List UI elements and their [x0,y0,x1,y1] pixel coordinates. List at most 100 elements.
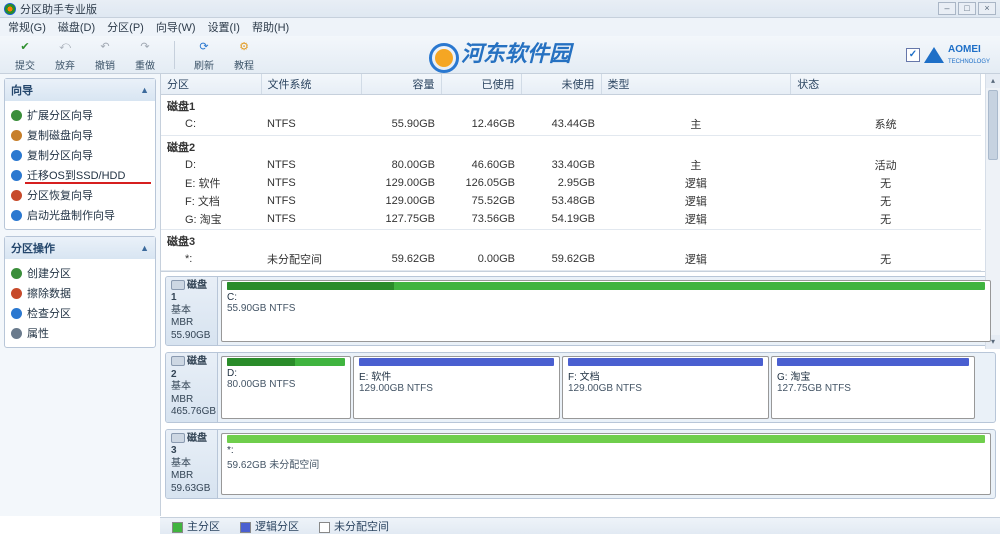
disk-group-header: 磁盘1 [161,95,981,116]
discard-button[interactable]: ⤺放弃 [50,38,80,72]
partition-block[interactable]: *:59.62GB 未分配空间 [221,433,991,496]
minimize-button[interactable]: – [938,2,956,15]
sidebar-item[interactable]: 迁移OS到SSD/HDD [9,165,151,185]
disk-group-header: 磁盘2 [161,135,981,156]
menu-partition[interactable]: 分区(P) [107,19,144,35]
tutorial-button[interactable]: ⚙教程 [229,38,259,72]
usage-bar [568,358,763,366]
sidebar-item-label: 扩展分区向导 [27,107,93,123]
refresh-icon: ⟳ [195,38,213,56]
aomei-triangle-icon [924,47,944,63]
disk-info[interactable]: 磁盘3基本 MBR59.63GB [166,430,218,499]
ops-panel: 分区操作▲ 创建分区擦除数据检查分区属性 [4,236,156,348]
sidebar-item-label: 分区恢复向导 [27,187,93,203]
disk-info[interactable]: 磁盘2基本 MBR465.76GB [166,353,218,422]
column-header[interactable]: 分区 [161,74,261,95]
column-header[interactable]: 容量 [361,74,441,95]
partition-block[interactable]: D:80.00GB NTFS [221,356,351,419]
main-content: 分区文件系统容量已使用未使用类型状态 磁盘1C:NTFS55.90GB12.46… [160,74,1000,516]
usage-bar [227,435,985,443]
sidebar-item[interactable]: 属性 [9,323,151,343]
partition-table: 分区文件系统容量已使用未使用类型状态 磁盘1C:NTFS55.90GB12.46… [161,74,1000,272]
check-icon: ✔ [16,38,34,56]
menu-help[interactable]: 帮助(H) [252,19,289,35]
partition-row[interactable]: *:未分配空间59.62GB0.00GB59.62GB逻辑无 [161,250,981,268]
disk-map-row: 磁盘2基本 MBR465.76GBD:80.00GB NTFSE: 软件129.… [165,352,996,423]
usage-bar [359,358,554,366]
check-icon: ✓ [906,48,920,62]
menu-wizard[interactable]: 向导(W) [156,19,196,35]
left-sidebar: 向导▲ 扩展分区向导复制磁盘向导复制分区向导迁移OS到SSD/HDD 分区恢复向导… [0,74,160,516]
menu-disk[interactable]: 磁盘(D) [58,19,95,35]
menu-settings[interactable]: 设置(I) [208,19,240,35]
commit-button[interactable]: ✔提交 [10,38,40,72]
sidebar-item-label: 擦除数据 [27,285,71,301]
bullet-icon [11,190,22,201]
partition-block[interactable]: E: 软件129.00GB NTFS [353,356,560,419]
usage-bar [777,358,969,366]
maximize-button[interactable]: □ [958,2,976,15]
bullet-icon [11,210,22,221]
disk-maps: 磁盘1基本 MBR55.90GBC:55.90GB NTFS磁盘2基本 MBR4… [161,272,1000,510]
undo-all-icon: ⤺ [56,38,74,56]
redo-icon: ↷ [136,38,154,56]
disk-icon [171,433,185,443]
usage-bar [227,282,985,290]
undo-button[interactable]: ↶撤销 [90,38,120,72]
undo-icon: ↶ [96,38,114,56]
legend-primary-swatch [172,522,183,533]
bullet-icon [11,288,22,299]
column-header[interactable]: 状态 [791,74,981,95]
collapse-icon: ▲ [140,243,149,253]
column-header[interactable]: 文件系统 [261,74,361,95]
disk-info[interactable]: 磁盘1基本 MBR55.90GB [166,277,218,346]
partition-row[interactable]: E: 软件NTFS129.00GB126.05GB2.95GB逻辑无 [161,174,981,192]
partition-row[interactable]: F: 文档NTFS129.00GB75.52GB53.48GB逻辑无 [161,192,981,210]
brand-logo-icon [429,43,459,73]
bullet-icon [11,130,22,141]
bullet-icon [11,170,22,181]
title-bar: 分区助手专业版 – □ × [0,0,1000,18]
bullet-icon [11,110,22,121]
legend-unalloc-swatch [319,522,330,533]
menu-general[interactable]: 常规(G) [8,19,46,35]
legend: 主分区 逻辑分区 未分配空间 [160,517,1000,534]
close-button[interactable]: × [978,2,996,15]
scroll-thumb[interactable] [988,90,998,160]
sidebar-item[interactable]: 扩展分区向导 [9,105,151,125]
wizards-panel: 向导▲ 扩展分区向导复制磁盘向导复制分区向导迁移OS到SSD/HDD 分区恢复向导… [4,78,156,230]
menu-bar: 常规(G) 磁盘(D) 分区(P) 向导(W) 设置(I) 帮助(H) [0,18,1000,36]
sidebar-item[interactable]: 复制磁盘向导 [9,125,151,145]
partition-row[interactable]: D:NTFS80.00GB46.60GB33.40GB主活动 [161,156,981,174]
sidebar-item[interactable]: 擦除数据 [9,283,151,303]
disk-map-row: 磁盘3基本 MBR59.63GB*:59.62GB 未分配空间 [165,429,996,500]
sidebar-item[interactable]: 复制分区向导 [9,145,151,165]
partition-block[interactable]: G: 淘宝127.75GB NTFS [771,356,975,419]
sidebar-item-label: 复制磁盘向导 [27,127,93,143]
disk-map-row: 磁盘1基本 MBR55.90GBC:55.90GB NTFS [165,276,996,347]
partition-block[interactable]: F: 文档129.00GB NTFS [562,356,769,419]
column-header[interactable]: 类型 [601,74,791,95]
ops-header[interactable]: 分区操作▲ [5,237,155,259]
column-header[interactable]: 未使用 [521,74,601,95]
scroll-up-button[interactable]: ▴ [986,74,1000,88]
wizards-header[interactable]: 向导▲ [5,79,155,101]
sidebar-item[interactable]: 创建分区 [9,263,151,283]
legend-logical-swatch [240,522,251,533]
sidebar-item[interactable]: 启动光盘制作向导 [9,205,151,225]
partition-row[interactable]: G: 淘宝NTFS127.75GB73.56GB54.19GB逻辑无 [161,210,981,228]
refresh-button[interactable]: ⟳刷新 [189,38,219,72]
usage-bar [227,358,345,366]
sidebar-item-label: 检查分区 [27,305,71,321]
partition-block[interactable]: C:55.90GB NTFS [221,280,991,343]
sidebar-item[interactable]: 检查分区 [9,303,151,323]
toolbar: ✔提交 ⤺放弃 ↶撤销 ↷重做 ⟳刷新 ⚙教程 河东软件园 www.pc0359… [0,36,1000,74]
collapse-icon: ▲ [140,85,149,95]
redo-button[interactable]: ↷重做 [130,38,160,72]
column-header[interactable]: 已使用 [441,74,521,95]
gear-icon: ⚙ [235,38,253,56]
aomei-logo[interactable]: ✓ AOMEITECHNOLOGY [906,44,990,66]
sidebar-item-label: 复制分区向导 [27,147,93,163]
sidebar-item[interactable]: 分区恢复向导 [9,185,151,205]
partition-row[interactable]: C:NTFS55.90GB12.46GB43.44GB主系统 [161,115,981,133]
